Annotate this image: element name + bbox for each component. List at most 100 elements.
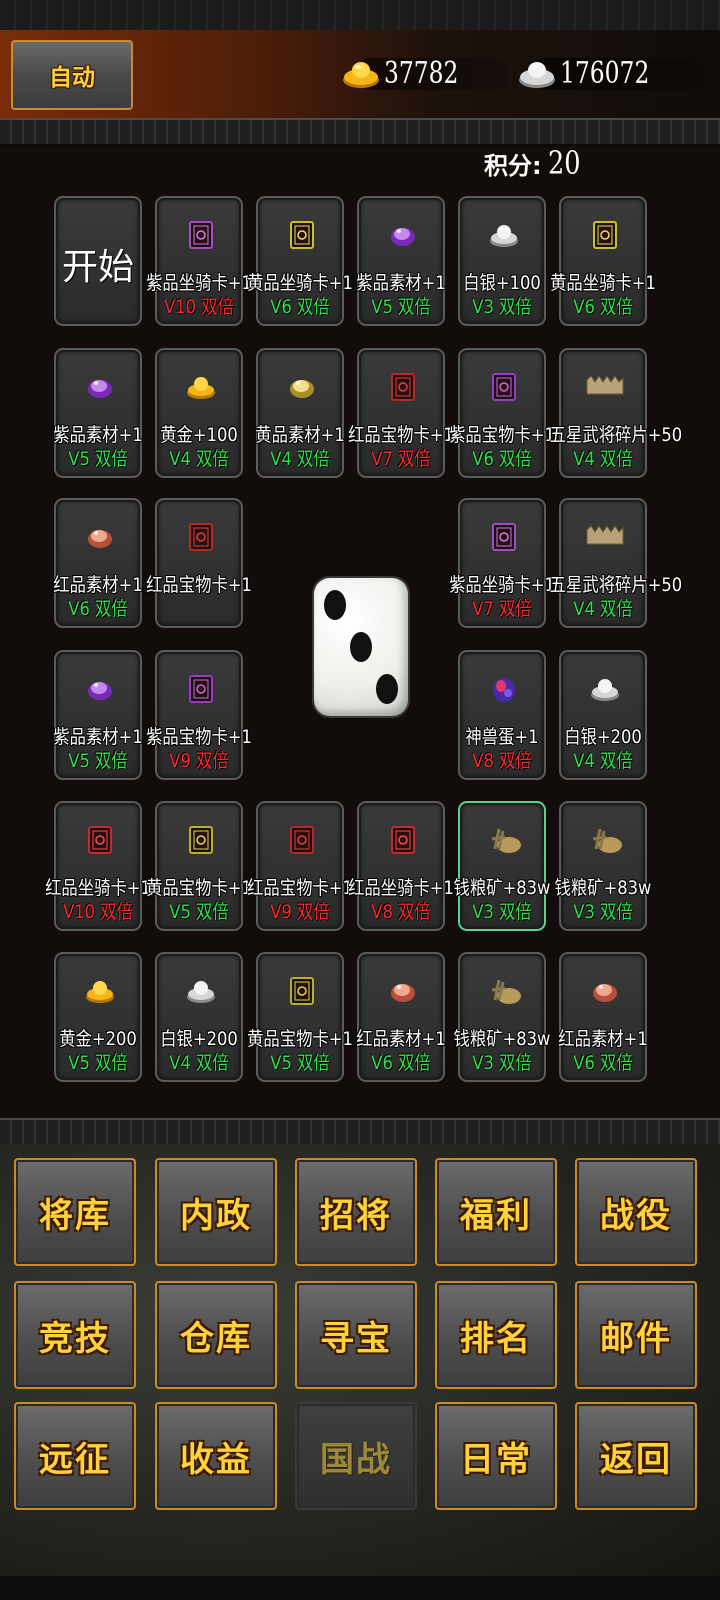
cell-vip-bonus: V7 双倍 (371, 448, 431, 470)
board-cell[interactable]: 紫品素材+1 V5 双倍 (356, 196, 446, 326)
cell-vip-bonus: V5 双倍 (68, 1052, 128, 1074)
gold-ingot-icon (85, 976, 115, 1006)
menu-button[interactable]: 仓库 (155, 1281, 277, 1389)
start-cell[interactable]: 开始 (54, 196, 142, 326)
red-mount-card-icon (85, 825, 115, 855)
menu-button-label: 邮件 (600, 1318, 672, 1359)
menu-button[interactable]: 寻宝 (295, 1281, 417, 1389)
board-cell[interactable]: 紫品宝物卡+1 V9 双倍 (146, 650, 252, 780)
board-cell[interactable]: 紫品素材+1 V5 双倍 (53, 650, 143, 780)
cell-reward-label: 红品宝物卡+1 (348, 424, 454, 446)
board-cell[interactable]: 红品宝物卡+1 (146, 498, 252, 628)
board-cell[interactable]: 紫品素材+1 V5 双倍 (53, 348, 143, 478)
board-cell[interactable]: 红品宝物卡+1 V7 双倍 (348, 348, 454, 478)
menu-button[interactable]: 国战 (295, 1402, 417, 1510)
board-cell[interactable]: 白银+200 V4 双倍 (155, 952, 243, 1082)
cell-vip-bonus: V6 双倍 (68, 598, 128, 620)
cell-vip-bonus: V6 双倍 (270, 296, 330, 318)
silver-counter: 176072 (518, 52, 705, 96)
board-cell[interactable]: 红品宝物卡+1 V9 双倍 (247, 801, 353, 931)
cell-vip-bonus: V5 双倍 (270, 1052, 330, 1074)
board-cell[interactable]: 黄品宝物卡+1 V5 双倍 (146, 801, 252, 931)
cell-reward-label: 黄金+200 (59, 1028, 137, 1050)
gold-ingot-icon (343, 62, 379, 88)
menu-button-label: 国战 (320, 1439, 392, 1480)
board-cell[interactable]: 黄品素材+1 V4 双倍 (255, 348, 345, 478)
menu-button[interactable]: 收益 (155, 1402, 277, 1510)
menu-button-label: 仓库 (180, 1318, 252, 1359)
board-cell[interactable]: 黄品坐骑卡+1 V6 双倍 (247, 196, 353, 326)
cell-vip-bonus: V6 双倍 (573, 1052, 633, 1074)
silver-ingot-icon (186, 976, 216, 1006)
menu-button-label: 日常 (460, 1439, 532, 1480)
menu-button-label: 返回 (600, 1439, 672, 1480)
cell-vip-bonus: V4 双倍 (573, 448, 633, 470)
board-cell[interactable]: 红品素材+1 V6 双倍 (558, 952, 648, 1082)
cell-vip-bonus: V4 双倍 (270, 448, 330, 470)
cell-reward-label: 黄品坐骑卡+1 (550, 272, 656, 294)
menu-button[interactable]: 日常 (435, 1402, 557, 1510)
game-board: 开始 紫品坐骑卡+1 V10 双倍 黄品坐骑卡+1 V6 双倍 紫品素材+1 V5 双倍白… (0, 0, 720, 1110)
cell-vip-bonus: V4 双倍 (169, 448, 229, 470)
board-cell[interactable]: 五星武将碎片+50 V4 双倍 (550, 348, 682, 478)
board-cell[interactable]: 钱粮矿+83w V3 双倍 (555, 801, 651, 931)
menu-button[interactable]: 福利 (435, 1158, 557, 1266)
menu-button-label: 竞技 (39, 1318, 111, 1359)
red-material-icon (85, 522, 115, 552)
board-cell[interactable]: 五星武将碎片+50 V4 双倍 (550, 498, 682, 628)
board-cell[interactable]: 红品坐骑卡+1 V10 双倍 (45, 801, 151, 931)
cell-vip-bonus: V10 双倍 (164, 296, 234, 318)
cell-reward-label: 神兽蛋+1 (465, 726, 539, 748)
menu-button[interactable]: 远征 (14, 1402, 136, 1510)
menu-border (0, 1118, 720, 1146)
board-cell[interactable]: 红品素材+1 V6 双倍 (356, 952, 446, 1082)
board-cell[interactable]: 白银+100 V3 双倍 (458, 196, 546, 326)
purple-material-icon (388, 220, 418, 250)
board-cell[interactable]: 红品素材+1 V6 双倍 (53, 498, 143, 628)
menu-button[interactable]: 战役 (575, 1158, 697, 1266)
board-cell[interactable]: 钱粮矿+83w V3 双倍 (454, 952, 550, 1082)
board-cell[interactable]: 红品坐骑卡+1 V8 双倍 (348, 801, 454, 931)
cell-vip-bonus: V3 双倍 (573, 901, 633, 923)
cell-vip-bonus: V4 双倍 (573, 750, 633, 772)
cell-vip-bonus: V5 双倍 (371, 296, 431, 318)
cell-reward-label: 紫品素材+1 (53, 424, 143, 446)
cell-vip-bonus: V9 双倍 (169, 750, 229, 772)
menu-button[interactable]: 返回 (575, 1402, 697, 1510)
cell-reward-label: 五星武将碎片+50 (549, 424, 683, 446)
cell-reward-label: 红品宝物卡+1 (247, 877, 353, 899)
menu-button[interactable]: 内政 (155, 1158, 277, 1266)
menu-button[interactable]: 排名 (435, 1281, 557, 1389)
cell-reward-label: 紫品坐骑卡+1 (449, 574, 555, 596)
menu-button-label: 远征 (39, 1439, 111, 1480)
board-cell[interactable]: 黄品坐骑卡+1 V6 双倍 (550, 196, 656, 326)
board-cell[interactable]: 紫品坐骑卡+1 V7 双倍 (449, 498, 555, 628)
board-cell[interactable]: 神兽蛋+1 V8 双倍 (458, 650, 546, 780)
red-material-icon (590, 976, 620, 1006)
cell-vip-bonus: V6 双倍 (472, 448, 532, 470)
score-display: 积分: 20 (484, 144, 588, 182)
menu-button[interactable]: 招将 (295, 1158, 417, 1266)
menu-button-label: 福利 (460, 1195, 532, 1236)
board-cell[interactable]: 白银+200 V4 双倍 (559, 650, 647, 780)
cell-reward-label: 黄金+100 (160, 424, 238, 446)
auto-button[interactable]: 自动 (11, 40, 133, 110)
menu-button[interactable]: 邮件 (575, 1281, 697, 1389)
silver-ingot-icon (590, 674, 620, 704)
silver-ingot-icon (489, 220, 519, 250)
dice[interactable] (314, 578, 408, 716)
cell-reward-label: 紫品素材+1 (53, 726, 143, 748)
menu-button[interactable]: 竞技 (14, 1281, 136, 1389)
board-cell[interactable]: 紫品宝物卡+1 V6 双倍 (449, 348, 555, 478)
gold-value: 37782 (384, 56, 459, 91)
board-cell[interactable]: 黄金+200 V5 双倍 (54, 952, 142, 1082)
board-cell[interactable]: 钱粮矿+83w V3 双倍 (454, 801, 550, 931)
yellow-treasure-card-icon (287, 976, 317, 1006)
board-cell[interactable]: 黄品宝物卡+1 V5 双倍 (247, 952, 353, 1082)
score-label: 积分: (484, 152, 542, 180)
red-treasure-card-icon (186, 522, 216, 552)
board-cell[interactable]: 黄金+100 V4 双倍 (155, 348, 243, 478)
menu-button[interactable]: 将库 (14, 1158, 136, 1266)
board-cell[interactable]: 紫品坐骑卡+1 V10 双倍 (146, 196, 252, 326)
bottom-bar (0, 1576, 720, 1600)
